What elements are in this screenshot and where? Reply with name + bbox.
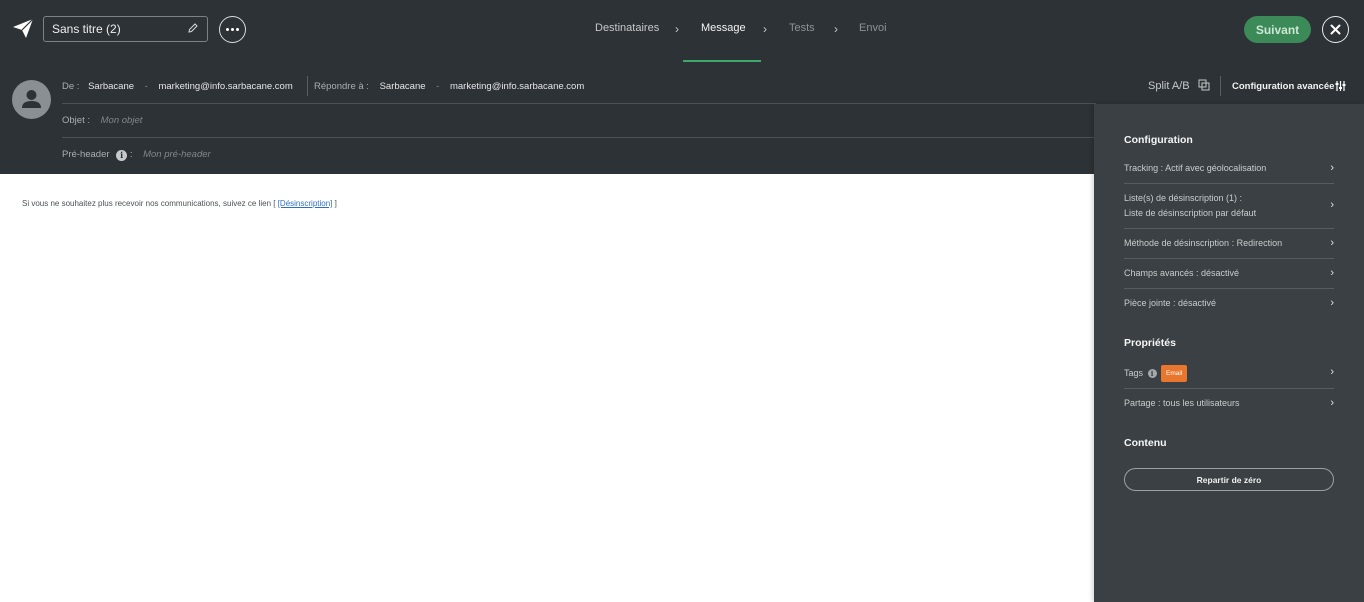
- step-destinataires[interactable]: Destinataires: [595, 22, 659, 34]
- split-ab-button[interactable]: Split A/B: [1148, 80, 1190, 92]
- config-item-advanced-fields[interactable]: Champs avancés : désactivé ›: [1124, 266, 1334, 281]
- divider: [1124, 288, 1334, 289]
- sharing-label: Partage : tous les utilisateurs: [1124, 398, 1240, 408]
- subject-input[interactable]: Mon objet: [101, 115, 143, 126]
- preheader-label: Pré-header: [62, 149, 110, 160]
- config-item-label: Tracking : Actif avec géolocalisation: [1124, 163, 1267, 173]
- config-item-sublabel: Liste de désinscription par défaut: [1124, 208, 1257, 218]
- chevron-right-icon: ›: [763, 22, 767, 36]
- reply-name[interactable]: Sarbacane: [380, 81, 426, 92]
- chevron-right-icon: ›: [1330, 199, 1334, 211]
- more-dot: [236, 28, 239, 31]
- chevron-right-icon: ›: [1330, 162, 1334, 174]
- config-item-label: Méthode de désinscription : Redirection: [1124, 238, 1283, 248]
- advanced-config-button[interactable]: Configuration avancée: [1232, 81, 1334, 92]
- config-item-label: Liste(s) de désinscription (1) :: [1124, 193, 1243, 203]
- sender-row: De : Sarbacane - marketing@info.sarbacan…: [62, 81, 293, 92]
- more-options-button[interactable]: [219, 16, 246, 43]
- configuration-title: Configuration: [1124, 134, 1193, 146]
- chevron-right-icon: ›: [1330, 267, 1334, 279]
- divider: [1124, 388, 1334, 389]
- reply-label: Répondre à :: [314, 81, 369, 92]
- divider: [307, 76, 308, 96]
- top-bar: Sans titre (2) Destinataires › Message ›…: [0, 0, 1364, 62]
- tag-badge[interactable]: Email: [1161, 365, 1188, 382]
- chevron-right-icon: ›: [1330, 237, 1334, 249]
- properties-title: Propriétés: [1124, 337, 1176, 349]
- campaign-title-field[interactable]: Sans titre (2): [43, 16, 208, 42]
- info-icon[interactable]: i: [1147, 369, 1157, 378]
- preheader-colon: :: [129, 149, 133, 160]
- info-icon[interactable]: i: [116, 150, 128, 161]
- campaign-title: Sans titre (2): [52, 22, 121, 36]
- unsubscribe-text: Si vous ne souhaitez plus recevoir nos c…: [22, 199, 276, 208]
- tags-label: Tags: [1124, 368, 1144, 378]
- pencil-icon[interactable]: [187, 22, 199, 34]
- reset-content-button[interactable]: Repartir de zéro: [1124, 468, 1334, 491]
- separator-dash: -: [144, 81, 148, 92]
- chevron-right-icon: ›: [1330, 366, 1334, 378]
- divider: [1124, 258, 1334, 259]
- from-name[interactable]: Sarbacane: [88, 81, 134, 92]
- divider: [1124, 228, 1334, 229]
- chevron-right-icon: ›: [834, 22, 838, 36]
- config-item-attachment[interactable]: Pièce jointe : désactivé ›: [1124, 296, 1334, 311]
- chevron-right-icon: ›: [675, 22, 679, 36]
- step-tests[interactable]: Tests: [789, 22, 815, 34]
- more-dot: [231, 28, 234, 31]
- close-button[interactable]: [1322, 16, 1349, 43]
- property-sharing[interactable]: Partage : tous les utilisateurs ›: [1124, 396, 1334, 411]
- preheader-row[interactable]: Pré-header i : Mon pré-header: [62, 149, 211, 161]
- separator-dash: -: [436, 81, 440, 92]
- more-horizontal-icon: [226, 28, 229, 31]
- reply-row: Répondre à : Sarbacane - marketing@info.…: [314, 81, 584, 92]
- unsubscribe-end: ]: [334, 199, 337, 208]
- close-icon: [1330, 24, 1341, 35]
- divider: [1124, 183, 1334, 184]
- paper-plane-icon[interactable]: [12, 17, 34, 39]
- email-unsubscribe-text: Si vous ne souhaitez plus recevoir nos c…: [22, 199, 337, 208]
- sliders-icon[interactable]: [1335, 80, 1346, 92]
- user-icon: [22, 90, 41, 108]
- reply-email[interactable]: marketing@info.sarbacane.com: [450, 81, 584, 92]
- avatar[interactable]: [12, 80, 51, 119]
- step-message[interactable]: Message: [701, 22, 746, 34]
- from-label: De :: [62, 81, 80, 92]
- content-title: Contenu: [1124, 437, 1167, 449]
- property-tags[interactable]: Tags i Email ›: [1124, 365, 1334, 382]
- chevron-right-icon: ›: [1330, 297, 1334, 309]
- config-item-label: Pièce jointe : désactivé: [1124, 298, 1217, 308]
- unsubscribe-link[interactable]: [Désinscription]: [278, 199, 333, 208]
- divider: [62, 103, 1096, 104]
- divider: [1220, 76, 1221, 96]
- subject-row[interactable]: Objet : Mon objet: [62, 115, 142, 126]
- advanced-config-panel: Configuration Tracking : Actif avec géol…: [1094, 104, 1364, 602]
- config-item-tracking[interactable]: Tracking : Actif avec géolocalisation ›: [1124, 161, 1334, 176]
- split-copy-icon[interactable]: [1198, 79, 1210, 91]
- config-item-unsubscribe-lists[interactable]: Liste(s) de désinscription (1) : Liste d…: [1124, 191, 1334, 221]
- preheader-input[interactable]: Mon pré-header: [143, 149, 211, 160]
- from-email[interactable]: marketing@info.sarbacane.com: [158, 81, 292, 92]
- chevron-right-icon: ›: [1330, 397, 1334, 409]
- subject-label: Objet :: [62, 115, 90, 126]
- divider: [62, 137, 1096, 138]
- next-button[interactable]: Suivant: [1244, 16, 1311, 43]
- config-item-label: Champs avancés : désactivé: [1124, 268, 1240, 278]
- config-item-unsubscribe-method[interactable]: Méthode de désinscription : Redirection …: [1124, 236, 1334, 251]
- step-envoi[interactable]: Envoi: [859, 22, 887, 34]
